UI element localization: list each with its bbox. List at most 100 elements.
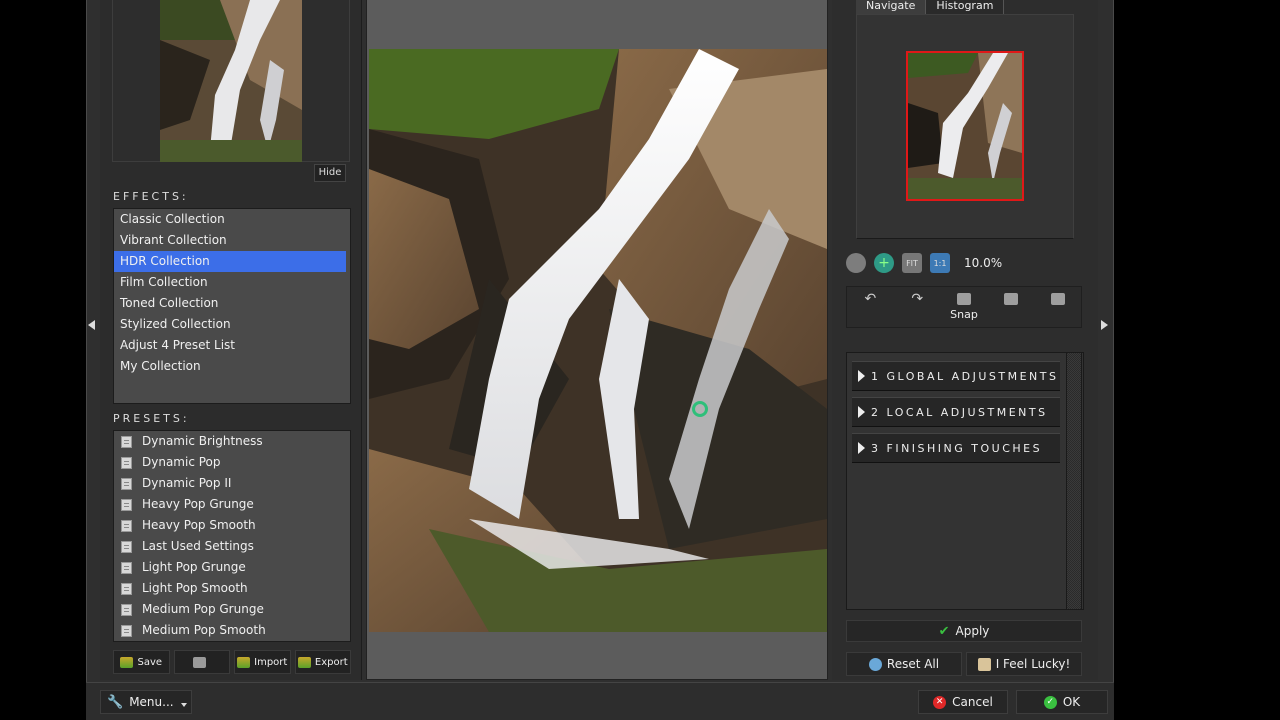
checkmark-icon: ✔ (938, 623, 950, 639)
dropdown-caret-icon (181, 703, 187, 707)
dice-icon (977, 657, 991, 671)
presets-list[interactable]: Dynamic Brightness Dynamic Pop Dynamic P… (113, 430, 351, 642)
preset-label: Dynamic Brightness (142, 434, 263, 448)
reset-all-button[interactable]: Reset All (846, 652, 962, 676)
redo-button[interactable]: ↷ (894, 287, 941, 327)
preset-document-icon (121, 625, 132, 637)
effect-item[interactable]: Vibrant Collection (114, 230, 350, 251)
preset-label: Medium Pop Smooth (142, 623, 266, 637)
preset-item[interactable]: Dynamic Pop II (114, 473, 350, 494)
expand-triangle-icon (858, 370, 865, 382)
save-preset-button[interactable]: Save (113, 650, 170, 674)
snap-button[interactable]: Snap (941, 287, 988, 327)
preset-item[interactable]: Dynamic Brightness (114, 431, 350, 452)
zoom-controls: + FIT 1:1 10.0% (846, 252, 1002, 274)
lucky-label: I Feel Lucky! (995, 657, 1071, 671)
preset-document-icon (121, 457, 132, 469)
export-icon (297, 656, 311, 668)
wrench-icon: 🔧 (107, 694, 124, 710)
collapse-right-arrow-icon[interactable] (1101, 320, 1108, 330)
preset-document-icon (121, 520, 132, 532)
save-icon (120, 656, 134, 668)
i-feel-lucky-button[interactable]: I Feel Lucky! (966, 652, 1082, 676)
effect-item[interactable]: Toned Collection (114, 293, 350, 314)
one-to-one-icon[interactable]: 1:1 (930, 253, 950, 273)
zoom-in-icon[interactable]: + (874, 253, 894, 273)
collapse-left-arrow-icon[interactable] (88, 320, 95, 330)
menu-button[interactable]: 🔧 Menu... (100, 690, 192, 714)
export-preset-button[interactable]: Export (294, 650, 351, 674)
preset-label: Light Pop Smooth (142, 581, 248, 595)
cancel-icon: ✕ (933, 695, 947, 709)
snap-label: Snap (950, 308, 978, 321)
preset-item[interactable]: Light Pop Grunge (114, 557, 350, 578)
effect-item[interactable]: Film Collection (114, 272, 350, 293)
ok-button[interactable]: ✓ OK (1016, 690, 1108, 714)
preset-item[interactable]: Heavy Pop Grunge (114, 494, 350, 515)
preset-label: Dynamic Pop II (142, 476, 232, 490)
apply-button[interactable]: ✔ Apply (846, 620, 1082, 642)
effect-item[interactable]: Adjust 4 Preset List (114, 335, 350, 356)
preset-item[interactable]: Heavy Pop Smooth (114, 515, 350, 536)
preset-label: Heavy Pop Grunge (142, 497, 254, 511)
main-photo-preview[interactable] (369, 49, 827, 632)
preset-item[interactable]: Last Used Settings (114, 536, 350, 557)
save-label: Save (137, 656, 163, 668)
compare-label (1009, 308, 1013, 321)
menu-label: Menu... (129, 695, 174, 709)
delete-icon (193, 656, 207, 668)
effects-list[interactable]: Classic Collection Vibrant Collection HD… (113, 208, 351, 404)
effect-item-selected[interactable]: HDR Collection (114, 251, 346, 272)
preset-document-icon (121, 604, 132, 616)
navigator-thumbnail[interactable] (906, 51, 1024, 201)
preset-label: Dynamic Pop (142, 455, 221, 469)
effects-label: EFFECTS: (113, 190, 189, 203)
preset-document-icon (121, 436, 132, 448)
tab-navigate[interactable]: Navigate (856, 0, 926, 14)
redo-icon: ↷ (911, 291, 924, 307)
cancel-label: Cancel (952, 695, 993, 709)
preset-item[interactable]: Medium Pop Grunge (114, 599, 350, 620)
fit-icon[interactable]: FIT (902, 253, 922, 273)
effect-item[interactable]: Stylized Collection (114, 314, 350, 335)
local-adjustments-section[interactable]: 2 LOCAL ADJUSTMENTS (852, 397, 1060, 427)
import-label: Import (254, 656, 288, 668)
finishing-touches-section[interactable]: 3 FINISHING TOUCHES (852, 433, 1060, 463)
loading-spinner-icon (692, 401, 708, 417)
undo-label (869, 308, 873, 321)
preset-label: Heavy Pop Smooth (142, 518, 256, 532)
reset-label: Reset All (886, 657, 940, 671)
history-toolbar: ↶ ↷ Snap (846, 286, 1082, 328)
expand-triangle-icon (858, 442, 865, 454)
global-adjustments-section[interactable]: 1 GLOBAL ADJUSTMENTS (852, 361, 1060, 391)
compare-button (987, 287, 1034, 327)
preset-document-icon (121, 562, 132, 574)
import-preset-button[interactable]: Import (234, 650, 291, 674)
zoom-out-icon[interactable] (846, 253, 866, 273)
preset-item[interactable]: Medium Pop Smooth (114, 620, 350, 641)
preset-item[interactable]: Light Pop Smooth (114, 578, 350, 599)
ok-label: OK (1062, 695, 1081, 709)
export-label: Export (314, 656, 348, 668)
preset-item[interactable]: Dynamic Pop (114, 452, 350, 473)
expand-triangle-icon (858, 406, 865, 418)
presets-label: PRESETS: (113, 412, 190, 425)
preset-document-icon (121, 478, 132, 490)
adjustments-scrollbar[interactable] (1066, 352, 1082, 610)
effect-item[interactable]: Classic Collection (114, 209, 350, 230)
hide-thumbnail-button[interactable]: Hide (314, 164, 346, 182)
section-label: 1 GLOBAL ADJUSTMENTS (871, 369, 1059, 383)
cancel-button[interactable]: ✕ Cancel (918, 690, 1008, 714)
preset-button-bar: Save Import Export (113, 650, 351, 674)
undo-button[interactable]: ↶ (847, 287, 894, 327)
preset-document-icon (121, 541, 132, 553)
effect-item[interactable]: My Collection (114, 356, 350, 377)
reset-icon (868, 657, 882, 671)
section-label: 2 LOCAL ADJUSTMENTS (871, 405, 1048, 419)
zoom-level: 10.0% (964, 256, 1003, 270)
redo-label (915, 308, 919, 321)
tab-histogram[interactable]: Histogram (925, 0, 1005, 14)
disabled-preset-button (173, 650, 230, 674)
section-label: 3 FINISHING TOUCHES (871, 441, 1043, 455)
preset-label: Last Used Settings (142, 539, 254, 553)
